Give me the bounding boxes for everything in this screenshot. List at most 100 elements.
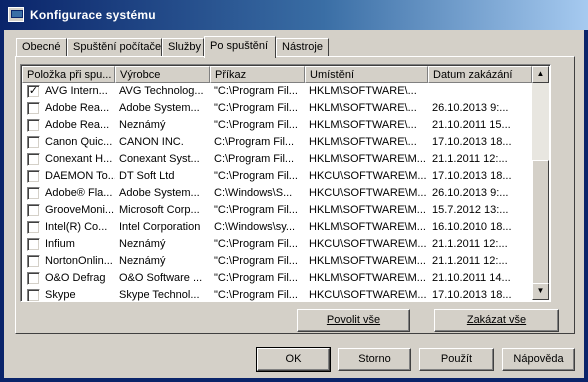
apply-button[interactable]: Použít	[419, 348, 494, 371]
item-name-cell: Adobe® Fla...	[45, 187, 113, 199]
command-cell: C:\Windows\sy...	[214, 221, 296, 233]
manufacturer-cell: Skype Technol...	[119, 289, 200, 301]
date-disabled-cell: 26.10.2013 9:...	[432, 187, 509, 199]
location-cell: HKLM\SOFTWARE\...	[309, 102, 417, 114]
table-row[interactable]: Infium Neznámý "C:\Program Fil... HKCU\SOFT…	[22, 236, 532, 253]
disable-all-button[interactable]: Zakázat vše	[434, 309, 559, 332]
date-disabled-cell: 17.10.2013 18...	[432, 136, 512, 148]
location-cell: HKLM\SOFTWARE\M...	[309, 255, 426, 267]
disable-all-label: Zakázat vše	[466, 314, 527, 326]
command-cell: "C:\Program Fil...	[214, 255, 298, 267]
column-header-date-disabled[interactable]: Datum zakázání	[428, 66, 532, 83]
cancel-button[interactable]: Storno	[338, 348, 411, 371]
item-name-cell: DAEMON To...	[45, 170, 115, 182]
table-row[interactable]: DAEMON To... DT Soft Ltd "C:\Program Fil..…	[22, 168, 532, 185]
item-name-cell: Infium	[45, 238, 75, 250]
command-cell: "C:\Program Fil...	[214, 119, 298, 131]
tab-boot[interactable]: Spuštění počítače	[67, 38, 162, 57]
item-name-cell: Conexant H...	[45, 153, 113, 165]
table-row[interactable]: NortonOnlin... Neznámý "C:\Program Fil... H…	[22, 253, 532, 270]
system-configuration-window: Konfigurace systému Obecné Spuštění počí…	[0, 0, 588, 382]
command-cell: "C:\Program Fil...	[214, 272, 298, 284]
date-disabled-cell: 15.7.2012 13:...	[432, 204, 509, 216]
location-cell: HKLM\SOFTWARE\M...	[309, 272, 426, 284]
table-row[interactable]: Intel(R) Co... Intel Corporation C:\Window…	[22, 219, 532, 236]
manufacturer-cell: Microsoft Corp...	[119, 204, 200, 216]
manufacturer-cell: DT Soft Ltd	[119, 170, 175, 182]
location-cell: HKLM\SOFTWARE\M...	[309, 204, 426, 216]
column-header-manufacturer[interactable]: Výrobce	[115, 66, 210, 83]
ok-button[interactable]: OK	[256, 347, 331, 372]
tab-tools[interactable]: Nástroje	[276, 38, 329, 57]
manufacturer-cell: Neznámý	[119, 255, 166, 267]
date-disabled-cell: 21.1.2011 12:...	[432, 238, 508, 250]
item-name-cell: AVG Intern...	[45, 85, 108, 97]
item-name-cell: Canon Quic...	[45, 136, 113, 148]
table-row[interactable]: Canon Quic... CANON INC. C:\Program Fil...…	[22, 134, 532, 151]
date-disabled-cell	[428, 83, 532, 100]
vertical-scrollbar[interactable]: ▲ ▼	[532, 66, 549, 300]
item-name-cell: GrooveMoni...	[45, 204, 115, 216]
manufacturer-cell: CANON INC.	[119, 136, 184, 148]
scrollbar-thumb[interactable]	[532, 160, 549, 292]
location-cell: HKLM\SOFTWARE\M...	[309, 221, 426, 233]
command-cell: "C:\Program Fil...	[214, 289, 298, 301]
command-cell: "C:\Program Fil...	[214, 85, 298, 97]
manufacturer-cell: O&O Software ...	[119, 272, 203, 284]
item-name-cell: Adobe Rea...	[45, 119, 110, 131]
list-header: Položka při spu... Výrobce Příkaz Umístě…	[22, 66, 532, 83]
scroll-down-icon[interactable]: ▼	[532, 283, 549, 300]
dialog-client-area: Obecné Spuštění počítače Služby Po spušt…	[4, 30, 584, 378]
date-disabled-cell: 17.10.2013 18...	[432, 170, 512, 182]
date-disabled-cell: 16.10.2010 18...	[432, 221, 512, 233]
location-cell: HKCU\SOFTWARE\M...	[309, 170, 427, 182]
date-disabled-cell: 21.1.2011 12:...	[432, 153, 508, 165]
location-cell: HKLM\SOFTWARE\...	[309, 119, 417, 131]
tab-startup[interactable]: Po spuštění	[204, 36, 276, 58]
command-cell: "C:\Program Fil...	[214, 170, 298, 182]
location-cell: HKLM\SOFTWARE\...	[309, 136, 417, 148]
msconfig-icon	[8, 7, 24, 22]
tab-services[interactable]: Služby	[162, 38, 204, 57]
date-disabled-cell: 21.1.2011 12:...	[432, 255, 508, 267]
table-row[interactable]: O&O Defrag O&O Software ... "C:\Program Fi…	[22, 270, 532, 287]
command-cell: "C:\Program Fil...	[214, 238, 298, 250]
location-cell: HKCU\SOFTWARE\M...	[309, 289, 427, 301]
manufacturer-cell: Neznámý	[119, 238, 166, 250]
table-row[interactable]: Adobe® Fla... Adobe System... C:\Windows\S…	[22, 185, 532, 202]
table-row[interactable]: GrooveMoni... Microsoft Corp... "C:\Progra…	[22, 202, 532, 219]
date-disabled-cell: 26.10.2013 9:...	[432, 102, 509, 114]
tab-general[interactable]: Obecné	[16, 38, 67, 57]
command-cell: C:\Windows\S...	[214, 187, 293, 199]
table-row[interactable]: Conexant H... Conexant Syst... C:\Program …	[22, 151, 532, 168]
item-name-cell: O&O Defrag	[45, 272, 106, 284]
startup-items-list[interactable]: Položka při spu... Výrobce Příkaz Umístě…	[20, 64, 551, 302]
table-row[interactable]: Adobe Rea... Adobe System... "C:\Program F…	[22, 100, 532, 117]
window-title: Konfigurace systému	[30, 8, 156, 22]
column-header-location[interactable]: Umístění	[305, 66, 428, 83]
date-disabled-cell: 17.10.2013 18...	[432, 289, 512, 301]
title-bar[interactable]: Konfigurace systému	[0, 0, 588, 30]
column-header-command[interactable]: Příkaz	[210, 66, 305, 83]
enable-all-label: Povolit vše	[326, 314, 381, 326]
manufacturer-cell: Adobe System...	[119, 187, 200, 199]
scroll-up-icon[interactable]: ▲	[532, 66, 549, 83]
location-cell: HKLM\SOFTWARE\M...	[309, 153, 426, 165]
item-name-cell: Intel(R) Co...	[45, 221, 108, 233]
command-cell: "C:\Program Fil...	[214, 102, 298, 114]
manufacturer-cell: Adobe System...	[119, 102, 200, 114]
manufacturer-cell: Intel Corporation	[119, 221, 201, 233]
command-cell: C:\Program Fil...	[214, 136, 295, 148]
table-row[interactable]: Skype Skype Technol... "C:\Program Fil... H…	[22, 287, 532, 301]
help-button[interactable]: Nápověda	[502, 348, 575, 371]
command-cell: "C:\Program Fil...	[214, 204, 298, 216]
enable-all-button[interactable]: Povolit vše	[297, 309, 410, 332]
column-header-startup-item[interactable]: Položka při spu...	[22, 66, 115, 83]
location-cell: HKCU\SOFTWARE\M...	[309, 238, 427, 250]
item-name-cell: Adobe Rea...	[45, 102, 110, 114]
date-disabled-cell: 21.10.2011 14...	[432, 272, 511, 284]
manufacturer-cell: AVG Technolog...	[119, 85, 204, 97]
table-row[interactable]: Adobe Rea... Neznámý "C:\Program Fil... HKL…	[22, 117, 532, 134]
item-name-cell: NortonOnlin...	[45, 255, 113, 267]
table-row[interactable]: ✓ AVG Intern... AVG Technolog... "C:\Progra…	[22, 83, 532, 100]
